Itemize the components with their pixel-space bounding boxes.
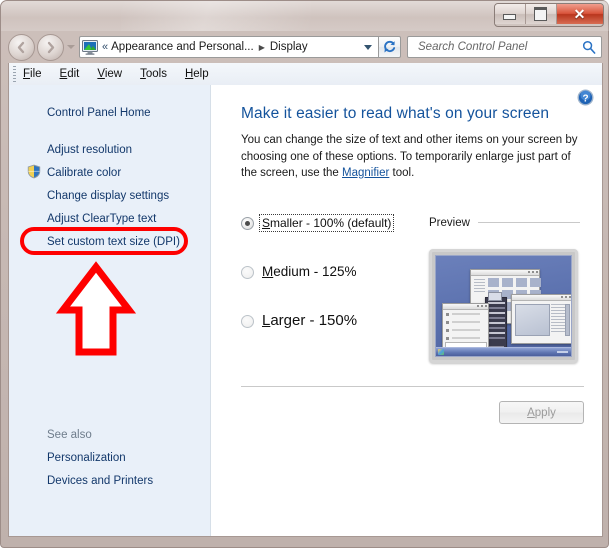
address-dropdown-icon[interactable] xyxy=(364,44,372,50)
search-icon[interactable] xyxy=(582,40,596,54)
preview-window-dark-cap xyxy=(488,291,502,301)
sidebar-item-label: Adjust resolution xyxy=(47,143,133,156)
sidebar-item-adjust-resolution[interactable]: Adjust resolution xyxy=(9,138,210,161)
close-button[interactable]: ✕ xyxy=(556,4,603,24)
sidebar-item-label: Devices and Printers xyxy=(47,474,154,487)
preview-label: Preview xyxy=(429,216,470,229)
breadcrumb-item-appearance[interactable]: Appearance and Personal... xyxy=(111,41,254,53)
breadcrumb-overflow[interactable]: « xyxy=(102,41,108,53)
menu-help[interactable]: Help xyxy=(185,68,209,80)
preview-list-rows xyxy=(446,312,480,345)
preview-section: Preview xyxy=(425,215,580,363)
radio-indicator-smaller[interactable] xyxy=(241,216,254,230)
radio-label-larger[interactable]: Larger - 150% xyxy=(260,312,359,329)
radio-option-smaller[interactable]: Smaller - 100% (default) xyxy=(241,213,425,233)
close-icon: ✕ xyxy=(573,6,586,22)
preview-window-titlebar xyxy=(512,294,571,301)
see-also-section: See also Personalization Devices and Pri… xyxy=(9,426,210,492)
menu-file[interactable]: File xyxy=(23,68,42,80)
svg-text:?: ? xyxy=(582,93,588,104)
navigation-sidebar: Control Panel Home Adjust resolution Cal… xyxy=(9,85,211,536)
page-description: You can change the size of text and othe… xyxy=(241,132,580,182)
breadcrumb-item-display[interactable]: Display xyxy=(270,41,308,53)
preview-dark-rows xyxy=(488,301,505,342)
sidebar-item-calibrate-color[interactable]: Calibrate color xyxy=(9,161,210,184)
breadcrumb-separator[interactable]: ▶ xyxy=(259,43,265,52)
sidebar-item-label: Control Panel Home xyxy=(47,106,151,119)
magnifier-link[interactable]: Magnifier xyxy=(342,167,389,179)
recent-pages-button[interactable] xyxy=(67,45,75,49)
forward-button[interactable] xyxy=(37,33,64,61)
radio-indicator-larger[interactable] xyxy=(241,314,254,328)
titlebar-sheen-streak xyxy=(121,1,311,31)
menu-tools[interactable]: Tools xyxy=(140,68,167,80)
display-icon xyxy=(82,39,98,55)
preview-scrollbar xyxy=(565,303,570,336)
sidebar-item-label: Set custom text size (DPI) xyxy=(47,235,180,248)
sidebar-item-set-custom-text-size-dpi[interactable]: Set custom text size (DPI) xyxy=(9,230,210,253)
apply-divider xyxy=(241,386,584,387)
text-size-radio-group: Smaller - 100% (default) Medium - 125% L… xyxy=(241,213,425,363)
page-title: Make it easier to read what's on your sc… xyxy=(241,105,550,122)
refresh-button[interactable] xyxy=(379,36,401,58)
preview-window-titlebar xyxy=(471,269,539,276)
preview-window-titlebar xyxy=(443,303,488,310)
preview-start-button xyxy=(438,348,444,355)
preview-header: Preview xyxy=(429,215,580,231)
radio-option-larger[interactable]: Larger - 150% xyxy=(241,312,425,331)
help-icon[interactable]: ? xyxy=(577,89,594,106)
sidebar-item-label: Adjust ClearType text xyxy=(47,212,157,225)
sidebar-item-change-display-settings[interactable]: Change display settings xyxy=(9,184,210,207)
radio-option-medium[interactable]: Medium - 125% xyxy=(241,264,425,282)
sidebar-item-devices-and-printers[interactable]: Devices and Printers xyxy=(9,469,210,492)
radio-indicator-medium[interactable] xyxy=(241,265,254,279)
sidebar-item-personalization[interactable]: Personalization xyxy=(9,446,210,469)
sidebar-item-control-panel-home[interactable]: Control Panel Home xyxy=(9,101,210,124)
search-input[interactable] xyxy=(416,40,582,54)
sidebar-item-label: Personalization xyxy=(47,451,126,464)
radio-label-smaller[interactable]: Smaller - 100% (default) xyxy=(258,213,395,232)
uac-shield-icon xyxy=(27,164,41,179)
back-button[interactable] xyxy=(8,33,35,61)
breadcrumb-bar[interactable]: « Appearance and Personal... ▶ Display xyxy=(79,36,379,58)
preview-taskbar xyxy=(436,346,571,356)
see-also-heading: See also xyxy=(47,429,92,441)
sidebar-item-label: Change display settings xyxy=(47,189,170,202)
sidebar-item-label: Calibrate color xyxy=(47,166,122,179)
preview-content-panel xyxy=(515,303,550,336)
menu-view[interactable]: View xyxy=(97,68,122,80)
back-arrow-icon xyxy=(17,41,25,53)
address-bar: « Appearance and Personal... ▶ Display xyxy=(8,33,603,61)
minimize-button[interactable] xyxy=(495,4,525,24)
radio-label-medium[interactable]: Medium - 125% xyxy=(260,264,359,280)
window-controls: ✕ xyxy=(494,3,604,27)
menu-edit[interactable]: Edit xyxy=(60,68,80,80)
maximize-icon xyxy=(534,7,547,21)
preview-window-list xyxy=(442,302,489,351)
search-box[interactable] xyxy=(407,36,602,58)
preview-screen xyxy=(435,254,572,357)
description-text-2: tool. xyxy=(389,167,415,179)
control-panel-window: ✕ « Appearance and Personal... ▶ Display… xyxy=(0,0,609,548)
sidebar-item-adjust-cleartype-text[interactable]: Adjust ClearType text xyxy=(9,207,210,230)
refresh-icon xyxy=(384,40,396,53)
menu-bar: File Edit View Tools Help xyxy=(8,63,603,85)
forward-arrow-icon xyxy=(47,41,55,53)
preview-text-lines xyxy=(474,278,485,294)
preview-window-front xyxy=(511,293,571,344)
minimize-icon xyxy=(503,14,516,20)
preview-monitor xyxy=(429,248,578,363)
maximize-button[interactable] xyxy=(525,4,556,24)
apply-button[interactable]: Apply xyxy=(499,401,584,424)
preview-divider xyxy=(477,222,580,223)
preview-system-tray xyxy=(557,350,568,353)
content-pane: ? Make it easier to read what's on your … xyxy=(211,85,602,536)
client-area: Control Panel Home Adjust resolution Cal… xyxy=(8,85,603,537)
options-area: Smaller - 100% (default) Medium - 125% L… xyxy=(241,213,580,363)
preview-text-lines xyxy=(551,303,565,334)
